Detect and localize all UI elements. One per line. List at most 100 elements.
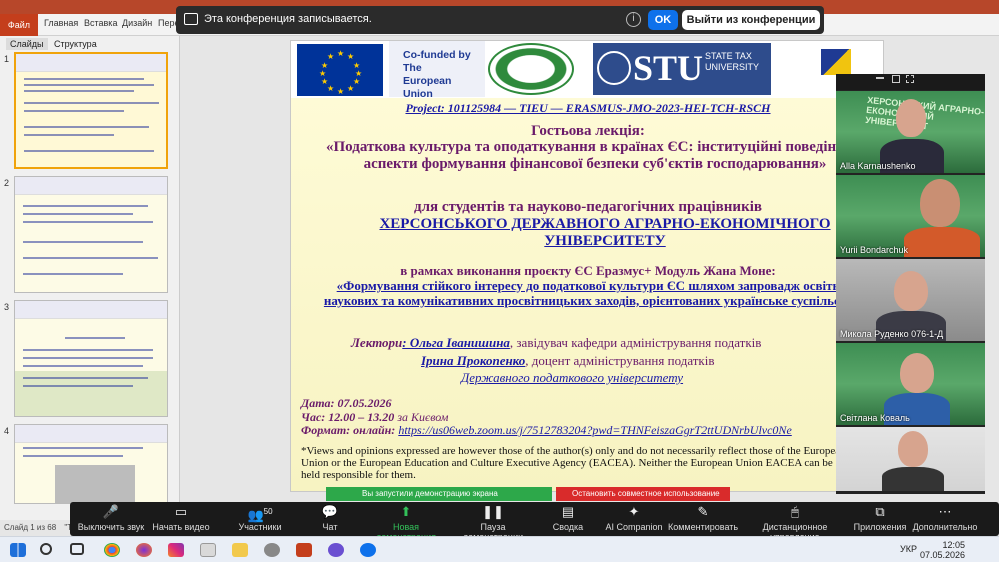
pane-tab-outline[interactable]: Структура — [50, 38, 101, 50]
lecturer-line-1: Лектори: Ольга Іванишина, завідувач кафе… — [351, 335, 762, 350]
slide-thumbnail-4[interactable] — [14, 424, 168, 504]
view-icon[interactable] — [892, 75, 900, 83]
start-video-button[interactable]: ▭ Начать видео — [150, 502, 212, 536]
stop-sharing-button[interactable]: Остановить совместное использование — [556, 487, 730, 501]
screen-sharing-notice: Вы запустили демонстрацию экрана — [326, 487, 552, 501]
system-clock[interactable]: 12:05 07.05.2026 — [920, 540, 965, 560]
participants-icon: 👥50 — [247, 507, 273, 523]
audience-text: для студентів та науково-педагогічних пр… — [414, 199, 762, 215]
organization-name: Державного податкового університету — [461, 370, 684, 385]
photos-icon[interactable] — [200, 543, 216, 557]
participant-tile[interactable]: Світлана Коваль — [836, 343, 985, 425]
presentation-slide: ★ ★ ★ ★ ★ ★ ★ ★ ★ ★ ★ ★ Co-funded by The Europea… — [290, 40, 884, 492]
tab-insert[interactable]: Вставка — [84, 18, 117, 28]
stu-emblem-icon — [597, 51, 631, 85]
lecturer-2-name: Ірина Прокопенко — [421, 353, 526, 368]
more-button[interactable]: ⋯ Дополнительно — [910, 502, 980, 536]
zoom-icon[interactable] — [360, 543, 376, 557]
summary-icon: ▤ — [561, 504, 575, 519]
slide-logo-header: ★ ★ ★ ★ ★ ★ ★ ★ ★ ★ ★ ★ Co-funded by The Europea… — [291, 41, 883, 100]
cofunded-text: Co-funded by The European Union — [389, 41, 485, 100]
ai-companion-button[interactable]: ✦ AI Companion — [604, 502, 664, 536]
participant-tile[interactable]: Микола Руденко 076-1-Д — [836, 259, 985, 341]
instagram-icon[interactable] — [168, 543, 184, 557]
mute-button[interactable]: 🎤 Выключить звук — [74, 502, 148, 536]
participant-tile[interactable]: ХЕРСОНСЬКИЙ АГРАРНО-ЕКОНОМІЧНИЙ УНІВЕРСИ… — [836, 91, 985, 173]
slide-thumbnail-1[interactable] — [14, 52, 168, 169]
settings-icon[interactable] — [264, 543, 280, 557]
powerpoint-icon[interactable] — [296, 543, 312, 557]
lecture-date: Дата: 07.05.2026 — [301, 396, 392, 410]
stu-logo: STU STATE TAX UNIVERSITY — [593, 43, 771, 95]
participant-name: Світлана Коваль — [840, 413, 910, 423]
viber-icon[interactable] — [328, 543, 344, 557]
meeting-toolbar: 🎤 Выключить звук ▭ Начать видео 👥50 Участни… — [70, 502, 999, 542]
start-menu-icon[interactable] — [10, 543, 26, 557]
zoom-meeting-link[interactable]: https://us06web.zoom.us/j/7512783204?pwd… — [398, 423, 791, 437]
lecture-title: «Податкова культура та оподаткування в к… — [326, 139, 864, 172]
language-indicator[interactable]: УКР — [900, 544, 917, 554]
slide-thumbnail-2[interactable] — [14, 176, 168, 293]
ai-companion-icon: ✦ — [628, 504, 640, 519]
lecturer-1-name: : Ольга Іванишина — [402, 335, 510, 350]
project-id: Project: 101125984 — TIEU — ERASMUS-JMO-… — [405, 101, 771, 115]
more-icon: ⋯ — [938, 504, 952, 519]
stu-logo-subtext: STATE TAX UNIVERSITY — [705, 51, 760, 72]
slide-count-status: Слайд 1 из 68 — [4, 523, 57, 532]
remote-control-button[interactable]: 🖱Дистанционное управление — [740, 502, 850, 542]
summary-button[interactable]: ▤ Сводка — [548, 502, 588, 536]
tab-design[interactable]: Дизайн — [122, 18, 152, 28]
slide-thumbnail-3[interactable] — [14, 300, 168, 417]
task-view-icon[interactable] — [70, 543, 84, 555]
lecture-format: Формат: онлайн: https://us06web.zoom.us/… — [301, 423, 792, 437]
tab-home[interactable]: Главная — [44, 18, 78, 28]
participants-button[interactable]: 👥50 Участники — [234, 502, 286, 536]
gallery-view-icon[interactable] — [906, 75, 914, 83]
microphone-icon: 🎤 — [102, 504, 120, 519]
recording-text: Эта конференция записывается. — [204, 13, 372, 25]
windows-taskbar: УКР 12:05 07.05.2026 — [0, 536, 999, 562]
file-tab[interactable]: Файл — [0, 14, 38, 36]
slide-number: 1 — [4, 54, 10, 64]
apps-button[interactable]: ⧉ Приложения — [852, 502, 908, 536]
lecture-kind: Гостьова лекція: — [531, 123, 645, 139]
participant-name: Alla Karnaushenko — [840, 161, 916, 171]
remote-control-icon: 🖱 — [791, 504, 799, 519]
participant-tile[interactable] — [836, 427, 985, 491]
participant-tile[interactable]: Yurii Bondarchuk — [836, 175, 985, 257]
leave-meeting-button[interactable]: Выйти из конференции — [682, 10, 820, 30]
ok-button[interactable]: OK — [648, 10, 678, 30]
slide-number: 2 — [4, 178, 10, 188]
file-explorer-icon[interactable] — [232, 543, 248, 557]
slide-number: 4 — [4, 426, 10, 436]
eu-flag-logo: ★ ★ ★ ★ ★ ★ ★ ★ ★ ★ ★ ★ — [297, 44, 383, 96]
video-off-icon: ▭ — [174, 504, 188, 519]
annotate-icon: ✎ — [697, 504, 709, 519]
apps-icon: ⧉ — [875, 504, 885, 519]
chat-icon: 💬 — [321, 504, 339, 519]
new-share-button[interactable]: ⬆Новая демонстрация — [364, 502, 448, 542]
stu-logo-text: STU — [633, 48, 704, 88]
chat-button[interactable]: 💬 Чат — [310, 502, 350, 536]
lecturer-line-2: Ірина Прокопенко, доцент адміністрування… — [421, 353, 715, 368]
firefox-icon[interactable] — [136, 543, 152, 557]
university-name: ХЕРСОНСЬКОГО ДЕРЖАВНОГО АГРАРНО-ЕКОНОМІЧ… — [379, 216, 831, 249]
info-icon[interactable]: i — [626, 12, 641, 27]
participant-name: Микола Руденко 076-1-Д — [840, 329, 944, 339]
pane-tab-slides[interactable]: Слайды — [6, 38, 48, 50]
project-title: «Формування стійкого інтересу до податко… — [323, 278, 867, 308]
recording-icon — [184, 13, 198, 25]
recording-banner: Эта конференция записывается. i OK Выйти… — [176, 6, 824, 34]
annotate-button[interactable]: ✎ Комментировать — [668, 502, 738, 536]
slide-thumbnail-pane: Слайды Структура 1 2 3 4 — [0, 36, 180, 520]
search-icon[interactable] — [40, 543, 52, 555]
minimize-icon[interactable] — [876, 77, 884, 79]
university-seal-logo — [488, 43, 574, 95]
chrome-icon[interactable] — [104, 543, 120, 557]
pause-share-button[interactable]: ❚❚Пауза демонстрации — [452, 502, 534, 542]
pause-icon: ❚❚ — [482, 504, 504, 519]
slide-number: 3 — [4, 302, 10, 312]
disclaimer-text: *Views and opinions expressed are howeve… — [301, 445, 846, 481]
participants-count: 50 — [263, 507, 273, 516]
video-panel-header — [836, 74, 985, 90]
